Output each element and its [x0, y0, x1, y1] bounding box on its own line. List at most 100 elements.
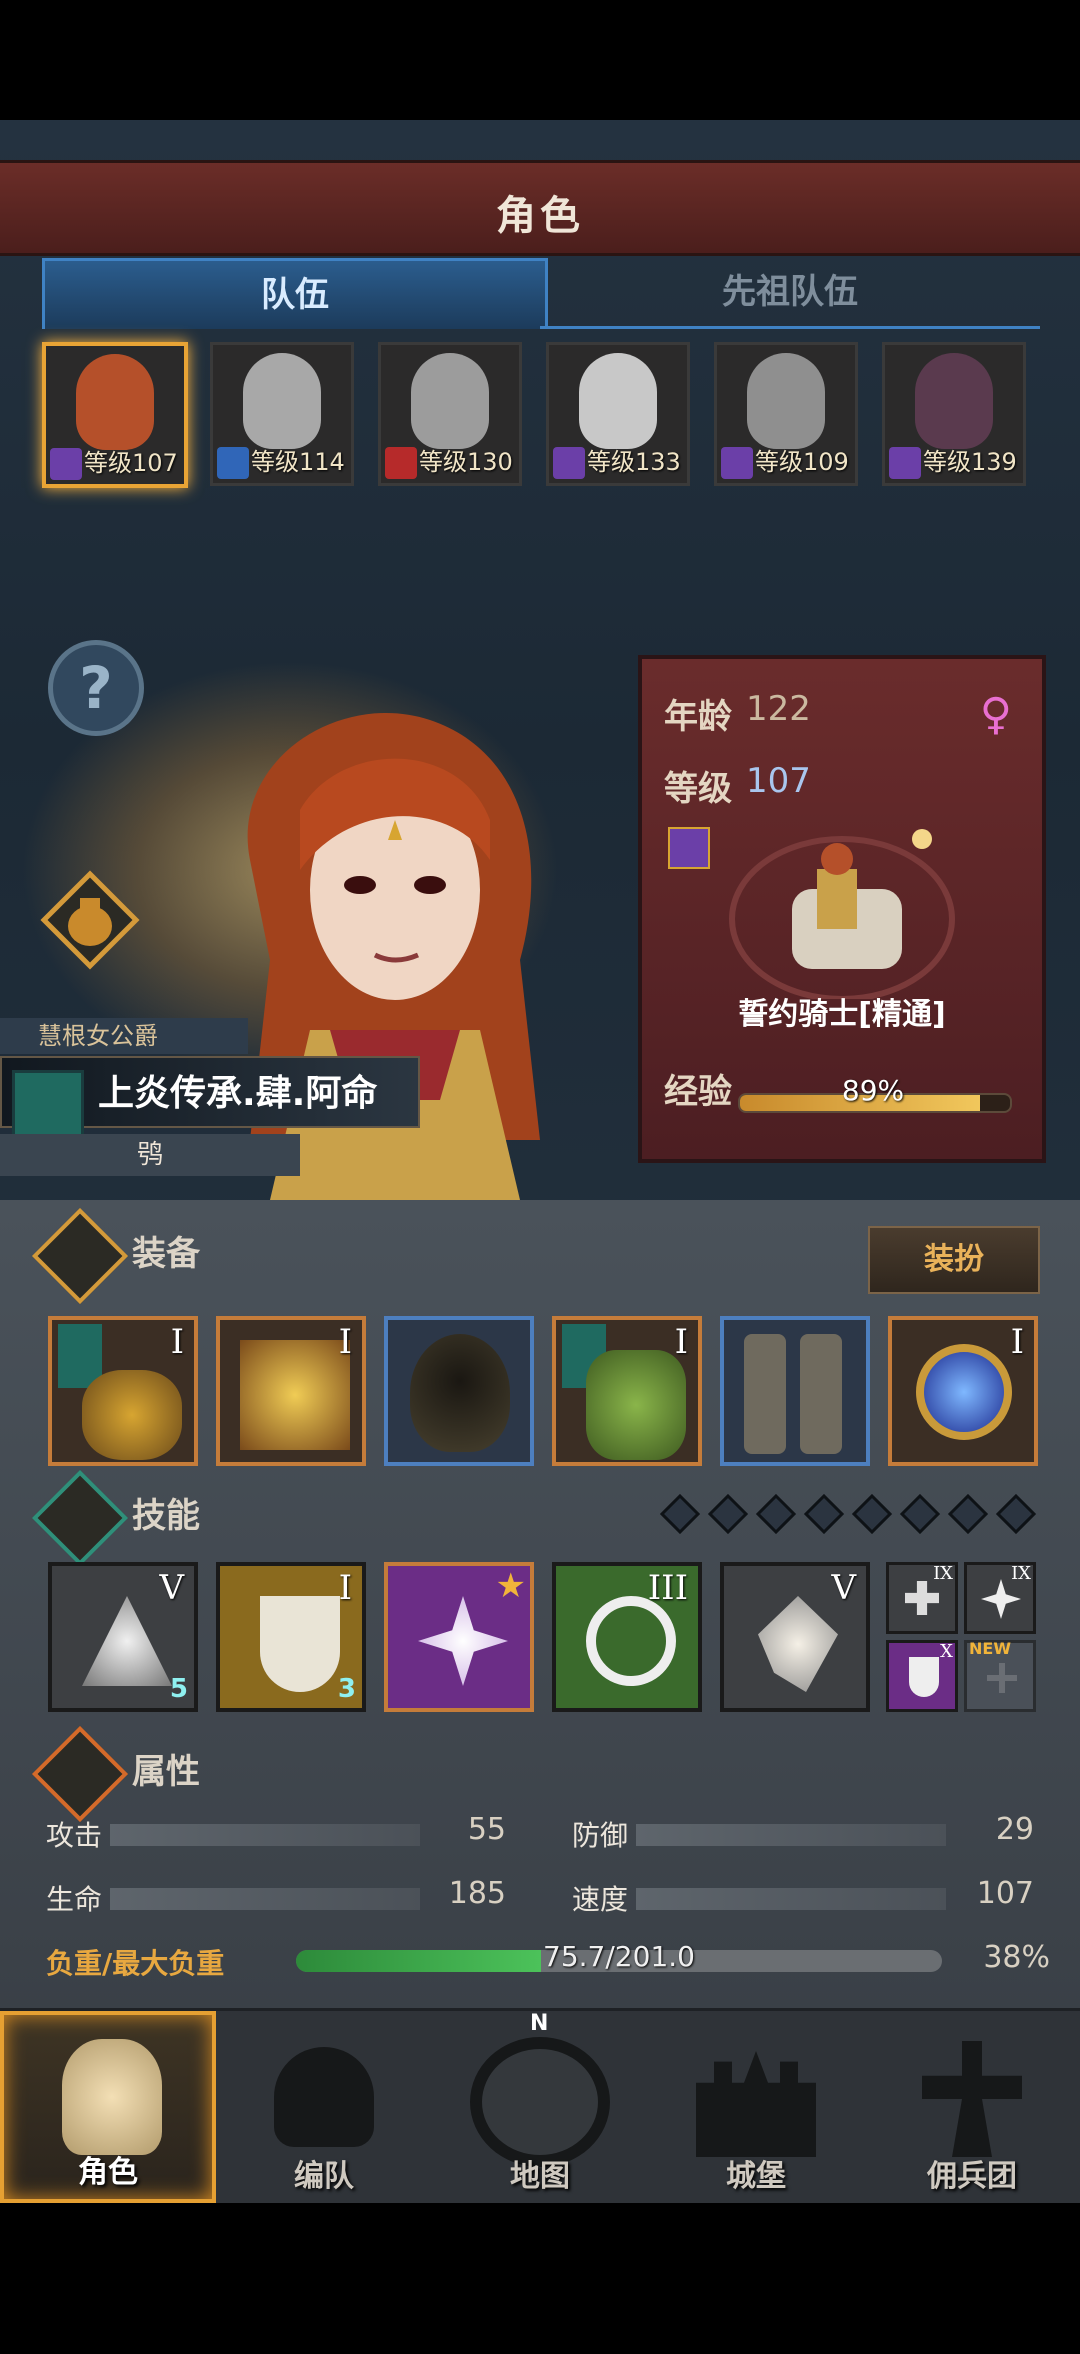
rank-label: I [338, 1568, 352, 1608]
dragon-weapon-icon [82, 1370, 182, 1460]
knight-icon [62, 2039, 162, 2155]
portrait-image [579, 353, 657, 449]
compass-north-label: N [530, 2011, 549, 2036]
attack-label: 攻击 [46, 1819, 103, 1852]
star-icon: ★ [495, 1566, 526, 1606]
portrait-image [915, 353, 993, 449]
equipment-slot-5[interactable] [720, 1316, 870, 1466]
skill-slot-5[interactable]: V [720, 1562, 870, 1712]
nav-map[interactable]: N 地图 [432, 2011, 648, 2203]
equipment-slot-4[interactable]: I [552, 1316, 702, 1466]
team-member-4[interactable]: 等级133 [546, 342, 690, 486]
member-level: 等级114 [251, 448, 345, 476]
team-member-1[interactable]: 等级107 [42, 342, 188, 488]
rank-label: I [170, 1322, 184, 1362]
skill-count: 5 [169, 1674, 188, 1704]
female-icon: ♀ [979, 689, 1012, 740]
hp-label: 生命 [46, 1883, 103, 1916]
character-subtitle: 鸮 [0, 1134, 300, 1176]
hooded-cloak-icon [410, 1334, 510, 1452]
crystal-hand-icon [758, 1596, 838, 1692]
nav-mercenary[interactable]: 佣兵团 [864, 2011, 1080, 2203]
mini-skill-2[interactable]: IX [964, 1562, 1036, 1634]
attack-value: 55 [467, 1812, 506, 1847]
boots-icon [744, 1334, 786, 1454]
speed-label: 速度 [572, 1883, 629, 1916]
leaf-armor-icon [586, 1350, 686, 1460]
portrait-image [243, 353, 321, 449]
locked-slot-icon [987, 1663, 1017, 1693]
team-member-3[interactable]: 等级130 [378, 342, 522, 486]
class-icon [668, 827, 710, 869]
spear-strike-icon [82, 1596, 172, 1686]
help-button[interactable]: ? [48, 640, 144, 736]
mini-skill-4[interactable]: NEW [964, 1639, 1036, 1712]
xp-percent: 89% [841, 1074, 905, 1107]
rank-label: III [647, 1568, 688, 1608]
team-member-2[interactable]: 等级114 [210, 342, 354, 486]
member-level: 等级130 [419, 448, 513, 476]
member-level: 等级109 [755, 448, 849, 476]
equipment-slot-3[interactable] [384, 1316, 534, 1466]
class-icon [217, 447, 249, 479]
class-icon [50, 448, 82, 480]
equipment-slot-6[interactable]: I [888, 1316, 1038, 1466]
boots-icon [800, 1334, 842, 1454]
tab-team[interactable]: 队伍 [42, 258, 548, 329]
skill-slot-3[interactable]: ★ [384, 1562, 534, 1712]
nav-label: 编队 [294, 2159, 354, 2194]
speed-bar [636, 1888, 946, 1910]
tab-ancestor-team[interactable]: 先祖队伍 [540, 258, 1040, 329]
star-icon [31, 1469, 129, 1567]
hp-value: 185 [448, 1876, 506, 1911]
header-bar: 角色 [0, 160, 1080, 256]
rank-label: I [1010, 1322, 1024, 1362]
age-value: 122 [746, 689, 811, 729]
age-label: 年龄 [664, 697, 732, 737]
class-icon [721, 447, 753, 479]
skill-count: 3 [337, 1674, 356, 1704]
nav-formation[interactable]: 编队 [216, 2011, 432, 2203]
noble-title: 慧根女公爵 [0, 1018, 248, 1054]
skill-slot-4[interactable]: III [552, 1562, 702, 1712]
shield-icon [909, 1657, 939, 1697]
team-member-6[interactable]: 等级139 [882, 342, 1026, 486]
dress-up-button[interactable]: 装扮 [868, 1226, 1040, 1294]
flame-icon [31, 1725, 129, 1823]
portrait-image [76, 354, 154, 450]
mini-skill-1[interactable]: IX [886, 1562, 958, 1634]
shatter-strike-icon [418, 1596, 508, 1686]
equipment-title: 装备 [132, 1234, 200, 1274]
skill-slot-1[interactable]: V 5 [48, 1562, 198, 1712]
nav-character[interactable]: 角色 [0, 2011, 216, 2203]
class-name: 誓约骑士[精通] [738, 997, 946, 1032]
team-member-5[interactable]: 等级109 [714, 342, 858, 486]
cross-heal-icon [905, 1581, 939, 1615]
bottom-navigation: 角色 编队 N 地图 城堡 佣兵团 [0, 2008, 1080, 2203]
member-level: 等级107 [84, 449, 178, 477]
skill-slot-2[interactable]: I 3 [216, 1562, 366, 1712]
details-panel: 装备 装扮 I I I I 技能 V 5 I 3 ★ III V IX IX X… [0, 1200, 1080, 2010]
compass-icon [470, 2037, 610, 2167]
new-badge: NEW [969, 1639, 1011, 1658]
defense-label: 防御 [572, 1819, 629, 1852]
load-label: 负重/最大负重 [46, 1947, 225, 1980]
nav-label: 角色 [78, 2155, 138, 2190]
mercenary-icon [922, 2041, 1022, 2157]
target-crystal-icon [586, 1596, 676, 1686]
defense-bar [636, 1824, 946, 1846]
burst-icon [981, 1579, 1021, 1619]
pouch-button[interactable] [40, 870, 140, 970]
defense-value: 29 [995, 1812, 1034, 1847]
nav-label: 地图 [510, 2159, 570, 2194]
equipment-slot-1[interactable]: I [48, 1316, 198, 1466]
equipment-slot-2[interactable]: I [216, 1316, 366, 1466]
portrait-image [747, 353, 825, 449]
nav-castle[interactable]: 城堡 [648, 2011, 864, 2203]
rank-label: IX [933, 1563, 953, 1584]
class-icon [553, 447, 585, 479]
mini-skill-3[interactable]: X [886, 1640, 958, 1712]
class-icon [889, 447, 921, 479]
rank-label: IX [1011, 1563, 1031, 1584]
orb-artifact-icon [916, 1344, 1012, 1440]
